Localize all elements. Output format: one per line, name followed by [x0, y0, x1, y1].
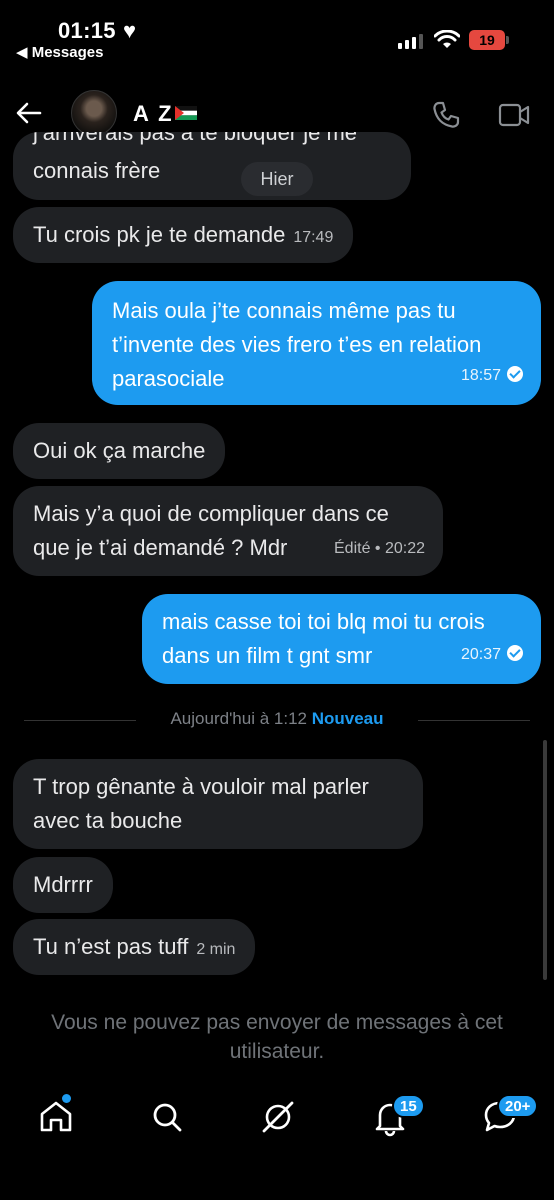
message-outgoing[interactable]: mais casse toi toi blq moi tu crois dans…: [142, 594, 541, 684]
scrollbar[interactable]: [543, 740, 547, 980]
message-time: 17:49: [293, 229, 334, 246]
read-check-icon: [507, 645, 523, 661]
search-icon[interactable]: [147, 1097, 187, 1137]
message-time: 18:57: [460, 367, 501, 384]
message-incoming[interactable]: Mais y’a quoi de compliquer dans ce que …: [13, 486, 443, 576]
message-text: Tu n’est pas tuff: [33, 934, 189, 959]
home-icon[interactable]: [36, 1097, 76, 1137]
message-meta: 18:57: [453, 356, 523, 393]
battery-indicator: 19: [469, 30, 505, 50]
message-text: Mdrrrr: [33, 872, 93, 897]
heart-icon: ♥: [123, 18, 137, 43]
phone-icon[interactable]: [431, 100, 461, 130]
message-incoming[interactable]: Tu crois pk je te demande 17:49: [13, 207, 354, 263]
back-to-app-link[interactable]: ◀ Messages: [16, 43, 103, 61]
message-incoming[interactable]: j’arriverais pas à te bloquer je me conn…: [13, 132, 411, 200]
messages-badge: 20+: [497, 1094, 539, 1118]
cannot-message-notice: Vous ne pouvez pas envoyer de messages à…: [51, 1011, 503, 1063]
message-time: 2 min: [196, 941, 236, 958]
avatar[interactable]: [71, 90, 117, 136]
message-text: Oui ok ça marche: [33, 438, 206, 463]
notifications-badge: 15: [392, 1094, 425, 1118]
read-check-icon: [507, 366, 523, 382]
battery-cap: [506, 36, 509, 44]
message-text: connais frère: [33, 158, 161, 183]
message-incoming[interactable]: Oui ok ça marche: [13, 423, 226, 479]
message-time: Édité • 20:22: [334, 540, 425, 557]
video-call-icon[interactable]: [498, 102, 530, 128]
message-text: Tu crois pk je te demande: [33, 222, 286, 247]
back-arrow-icon[interactable]: [14, 98, 44, 128]
cellular-signal-icon: [398, 33, 423, 49]
grok-icon[interactable]: [258, 1097, 298, 1137]
divider-date: Aujourd'hui à 1:12: [170, 709, 307, 728]
message-meta: Édité • 20:22: [326, 529, 425, 566]
message-incoming[interactable]: T trop gênante à vouloir mal parler avec…: [13, 759, 423, 849]
message-incoming[interactable]: Mdrrrr: [13, 857, 113, 913]
message-text: T trop gênante à vouloir mal parler avec…: [33, 774, 369, 833]
message-meta: 20:37: [453, 635, 523, 672]
divider-new-label: Nouveau: [311, 709, 384, 728]
message-time: 20:37: [460, 646, 501, 663]
wifi-icon: [434, 30, 460, 48]
message-incoming[interactable]: Tu n’est pas tuff 2 min: [13, 919, 256, 975]
home-unread-dot: [62, 1094, 71, 1103]
new-messages-divider: Aujourd'hui à 1:12 Nouveau: [0, 709, 554, 729]
message-outgoing[interactable]: Mais oula j’te connais même pas tu t’inv…: [92, 281, 541, 405]
status-time: 01:15: [58, 18, 116, 43]
date-chip: Hier: [241, 162, 313, 196]
palestine-flag-icon: [175, 106, 197, 120]
message-text-partial: j’arriverais pas à te bloquer je me: [33, 132, 358, 145]
conversation-name[interactable]: A Z: [133, 101, 174, 127]
